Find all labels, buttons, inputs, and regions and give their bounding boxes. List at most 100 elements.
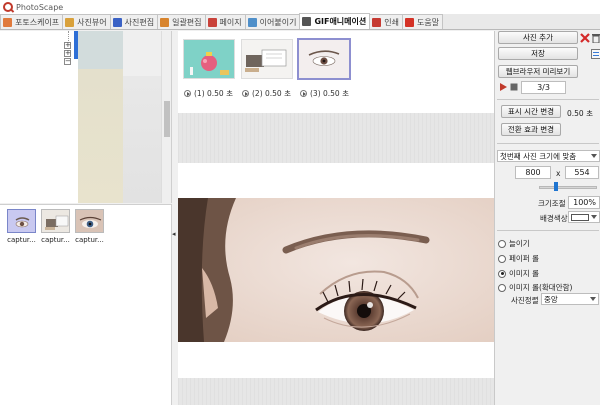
scale-slider-handle[interactable] (554, 182, 558, 191)
height-field[interactable]: 554 (565, 166, 599, 179)
frame-counter: 3/3 (521, 81, 566, 94)
divider (497, 230, 599, 231)
print-tab-icon (372, 17, 382, 27)
fit-mode-radio[interactable]: 페이퍼 롤 (498, 253, 539, 264)
frame-duration-label[interactable]: (1) 0.50 초 (184, 88, 233, 99)
size-mode-dropdown[interactable]: 첫번째 사진 크기에 맞춤 (497, 150, 600, 162)
scale-label: 크기조절 (538, 199, 566, 208)
editor-tab-icon (112, 17, 122, 27)
change-display-time-button[interactable]: 표시 시간 변경 (501, 105, 561, 118)
add-photo-button[interactable]: 사진 추가 (498, 31, 578, 44)
fit-mode-label: 이미지 롤 (509, 269, 539, 278)
align-dropdown[interactable]: 중앙 (541, 293, 599, 305)
tab-editor[interactable]: 사진편집 (109, 14, 159, 29)
page-tab-icon (207, 17, 217, 27)
play-small-icon (300, 90, 307, 97)
browser-preview-button[interactable]: 웹브라우저 미리보기 (498, 65, 578, 78)
tab-label: 이어붙이기 (259, 17, 297, 27)
frame-duration-label[interactable]: (3) 0.50 초 (300, 88, 349, 99)
play-small-icon (184, 90, 191, 97)
file-thumbnail[interactable]: captur... (6, 209, 37, 244)
fit-mode-label: 늘이기 (509, 239, 530, 248)
tab-label: 인쇄 (384, 17, 399, 27)
tab-combine[interactable]: 이어붙이기 (244, 14, 301, 29)
help-tab-icon (404, 17, 414, 27)
tree-collapse-icon[interactable]: − (64, 58, 71, 65)
play-icon[interactable] (498, 82, 508, 92)
tab-print[interactable]: 인쇄 (369, 14, 403, 29)
delete-x-icon[interactable] (580, 33, 590, 43)
list-icon[interactable] (591, 49, 600, 59)
file-thumbnail-panel: captur... captur... captur... (0, 204, 172, 405)
batch-tab-icon (160, 17, 170, 27)
tab-page[interactable]: 페이지 (204, 14, 246, 29)
tab-gif[interactable]: GIF애니메이션 (299, 13, 371, 29)
tree-expand-icon[interactable]: + (64, 50, 71, 57)
tab-viewer[interactable]: 사진뷰어 (62, 14, 111, 29)
file-thumbnail-caption: captur... (75, 236, 104, 244)
divider (497, 99, 599, 100)
preview-canvas (178, 163, 494, 198)
gif-frame-thumbnail[interactable] (183, 39, 235, 79)
save-button[interactable]: 저장 (498, 47, 578, 60)
frame-duration-text: (3) 0.50 초 (310, 89, 349, 98)
chevron-down-icon (591, 215, 597, 219)
radio-button-icon[interactable] (498, 239, 506, 248)
tree-expand-icon[interactable]: + (64, 42, 71, 49)
scrollbar-thumb[interactable] (164, 101, 170, 137)
radio-button-icon[interactable] (498, 269, 506, 278)
file-thumbnail-image (41, 209, 70, 233)
tab-label: GIF애니메이션 (314, 17, 367, 26)
tab-label: 사진편집 (124, 17, 155, 27)
fit-mode-radio[interactable]: 이미지 롤(확대안함) (498, 282, 572, 293)
trash-icon[interactable] (591, 33, 600, 44)
width-field[interactable]: 800 (515, 166, 551, 179)
size-mode-value: 첫번째 사진 크기에 맞춤 (500, 151, 577, 161)
tab-label: 페이지 (219, 17, 242, 27)
preview-canvas (178, 342, 494, 378)
animation-preview-image (178, 198, 494, 342)
folder-tree-panel: + + − (0, 31, 172, 203)
gif-frame-strip: (1) 0.50 초 (2) 0.50 초 (3) 0.50 초 (178, 31, 494, 113)
folder-preview-strip (123, 31, 161, 203)
dimension-times-label: x (556, 169, 561, 178)
file-thumbnail-image (75, 209, 104, 233)
play-small-icon (242, 90, 249, 97)
photoscape-tab-icon (3, 17, 12, 27)
file-thumbnail-image (7, 209, 36, 233)
change-transition-button[interactable]: 전환 효과 변경 (501, 123, 561, 136)
combine-tab-icon (247, 17, 257, 27)
scale-field[interactable]: 100% (568, 196, 600, 209)
align-label: 사진정렬 (511, 296, 539, 305)
tab-label: 사진뷰어 (77, 17, 107, 27)
color-swatch (571, 213, 589, 221)
tree-scrollbar[interactable] (161, 31, 171, 203)
gif-frame-thumbnail[interactable] (241, 39, 293, 79)
gif-tab-icon (302, 17, 312, 26)
gif-frame-thumbnail-selected[interactable] (297, 38, 351, 80)
tab-photoscape[interactable]: 포토스케이프 (0, 14, 64, 29)
file-thumbnail-caption: captur... (41, 236, 70, 244)
scale-slider-track[interactable] (539, 186, 597, 189)
background-color-picker[interactable] (568, 211, 600, 223)
frame-duration-text: (1) 0.50 초 (194, 89, 233, 98)
photoscape-logo-icon (3, 2, 13, 12)
stop-icon[interactable] (509, 82, 519, 92)
folder-preview-strip (78, 31, 123, 203)
fit-mode-radio[interactable]: 이미지 롤 (498, 268, 539, 279)
file-thumbnail[interactable]: captur... (74, 209, 105, 244)
background-color-label: 배경색상 (540, 214, 568, 223)
tab-help[interactable]: 도움말 (401, 14, 444, 29)
tab-batch[interactable]: 일괄편집 (157, 14, 206, 29)
file-thumbnail[interactable]: captur... (40, 209, 71, 244)
preview-background (178, 378, 494, 405)
window-title: PhotoScape (16, 2, 64, 12)
radio-button-icon[interactable] (498, 254, 506, 263)
fit-mode-label: 이미지 롤(확대안함) (509, 283, 573, 292)
frame-duration-label[interactable]: (2) 0.50 초 (242, 88, 291, 99)
display-time-value: 0.50 초 (567, 109, 593, 118)
radio-button-icon[interactable] (498, 283, 506, 292)
chevron-down-icon (591, 154, 597, 158)
fit-mode-radio[interactable]: 늘이기 (498, 238, 530, 249)
chevron-down-icon (590, 297, 596, 301)
